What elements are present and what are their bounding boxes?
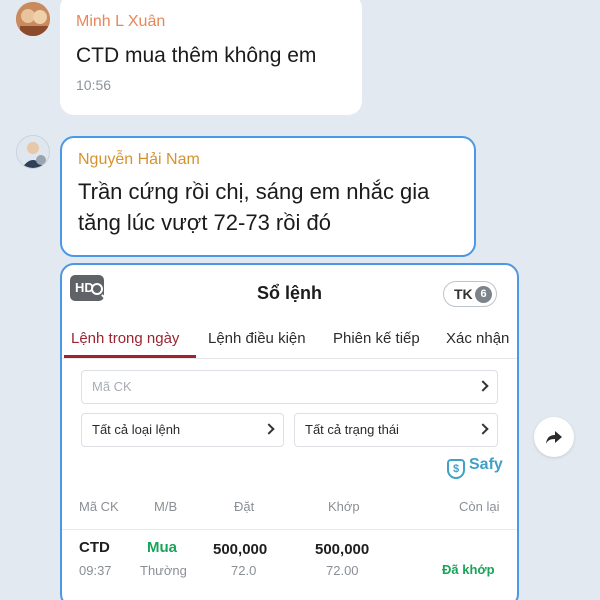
brand-label: Safy — [469, 456, 503, 473]
column-header-matched: Khớp — [328, 499, 360, 514]
row-order-kind: Thường — [140, 563, 187, 578]
sender-avatar-minh[interactable] — [16, 2, 50, 36]
message-text-line: tăng lúc vượt 72-73 rồi đó — [78, 210, 331, 235]
account-number-badge: 6 — [475, 286, 492, 303]
divider — [62, 358, 517, 359]
row-order-qty: 500,000 — [213, 541, 268, 558]
row-match-price: 72.00 — [326, 563, 359, 578]
message-text-line: Trần cứng rồi chị, sáng em nhắc gia — [78, 179, 430, 204]
divider — [62, 529, 517, 530]
row-match-qty: 500,000 — [315, 541, 370, 558]
share-forward-icon — [546, 431, 562, 444]
symbol-placeholder: Mã CK — [92, 379, 132, 394]
symbol-filter[interactable]: Mã CK — [81, 370, 498, 404]
chevron-right-icon — [263, 423, 275, 435]
sender-avatar-nam[interactable] — [16, 135, 50, 169]
column-header-order: Đặt — [234, 499, 255, 514]
tab-next-session[interactable]: Phiên kế tiếp — [333, 330, 420, 347]
row-side: Mua — [147, 539, 177, 556]
row-time: 09:37 — [79, 563, 112, 578]
tab-conditional[interactable]: Lệnh điều kiện — [208, 330, 306, 347]
share-button[interactable] — [534, 417, 574, 457]
image-message[interactable]: HD Sổ lệnh TK 6 Lệnh trong ngày Lệnh điề… — [60, 263, 519, 600]
sender-name: Nguyễn Hải Nam — [78, 151, 200, 168]
shield-icon: $ — [447, 459, 465, 479]
column-header-side: M/B — [154, 499, 178, 514]
sender-name: Minh L Xuân — [76, 13, 166, 30]
chevron-right-icon — [477, 380, 489, 392]
message-text: CTD mua thêm không em — [76, 44, 317, 67]
row-order-price: 72.0 — [231, 563, 257, 578]
account-selector[interactable]: TK 6 — [443, 281, 497, 307]
safy-logo: $ Safy — [447, 456, 503, 479]
account-label: TK — [454, 286, 473, 302]
status-badge: Đã khớp — [442, 562, 495, 577]
user-photo-avatar-icon — [17, 136, 49, 168]
tab-intraday[interactable]: Lệnh trong ngày — [71, 330, 179, 347]
chevron-right-icon — [477, 423, 489, 435]
column-header-remaining: Còn lại — [459, 499, 500, 514]
order-type-filter[interactable]: Tất cả loại lệnh — [81, 413, 284, 447]
row-symbol: CTD — [79, 539, 110, 556]
order-type-value: Tất cả loại lệnh — [92, 422, 181, 437]
message-bubble-selected[interactable]: Nguyễn Hải Nam Trần cứng rồi chị, sáng e… — [60, 136, 476, 257]
column-header-symbol: Mã CK — [79, 499, 119, 514]
status-value: Tất cả trạng thái — [305, 422, 399, 437]
tab-confirm[interactable]: Xác nhận — [446, 330, 509, 347]
status-filter[interactable]: Tất cả trạng thái — [294, 413, 498, 447]
message-bubble[interactable]: Minh L Xuân CTD mua thêm không em 10:56 — [60, 0, 362, 115]
message-time: 10:56 — [76, 77, 112, 93]
user-photo-avatar-icon — [16, 2, 50, 36]
